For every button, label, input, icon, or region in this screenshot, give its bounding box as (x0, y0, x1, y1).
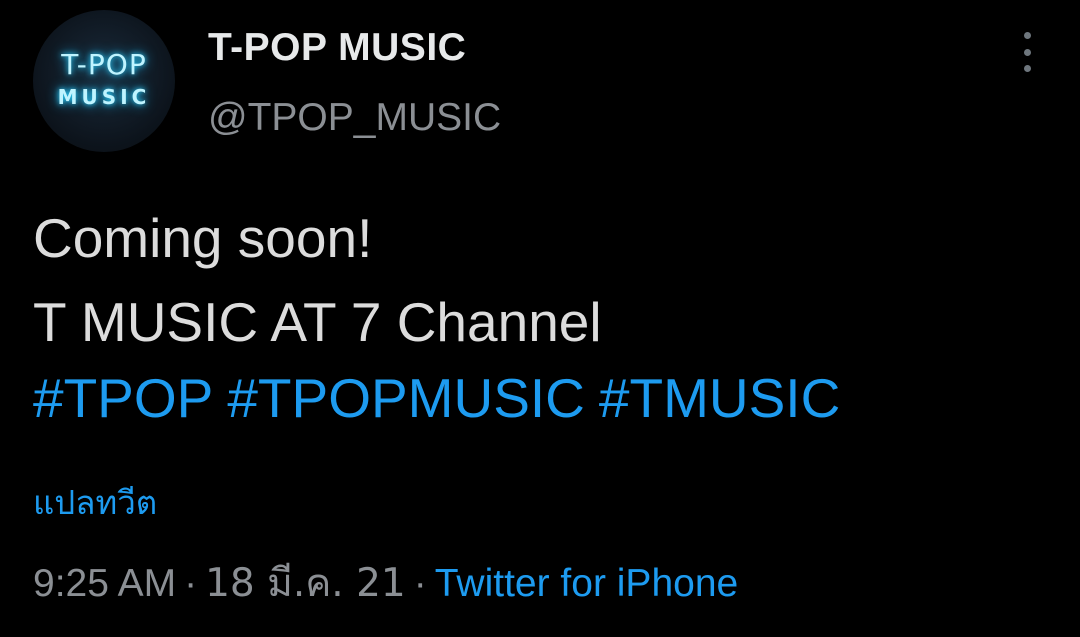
tweet-card: T-POP MUSIC T-POP MUSIC @TPOP_MUSIC Comi… (0, 0, 1080, 637)
tweet-line-2: T MUSIC AT 7 Channel (33, 291, 602, 353)
avatar[interactable]: T-POP MUSIC (33, 10, 175, 152)
user-handle[interactable]: @TPOP_MUSIC (208, 96, 501, 140)
separator: · (413, 562, 427, 605)
tweet-date[interactable]: 18 มี.ค. 21 (205, 561, 406, 606)
hashtag-list: #TPOP #TPOPMUSIC #TMUSIC (33, 356, 854, 440)
dot (1023, 48, 1031, 56)
display-name[interactable]: T-POP MUSIC (208, 26, 466, 70)
dot (1023, 32, 1031, 39)
hashtag-link[interactable]: #TPOPMUSIC (227, 367, 585, 429)
avatar-logo-text-top: T-POP (61, 48, 147, 81)
tweet-text: Coming soon! T MUSIC AT 7 Channel (33, 196, 602, 364)
more-options-icon[interactable] (1012, 32, 1042, 72)
tweet-time[interactable]: 9:25 AM (33, 562, 176, 605)
tweet-metadata: 9:25 AM · 18 มี.ค. 21 · Twitter for iPhone (33, 552, 738, 614)
separator: · (184, 562, 198, 605)
tweet-line-1: Coming soon! (33, 207, 373, 269)
hashtag-link[interactable]: #TPOP (33, 367, 213, 429)
tweet-source-link[interactable]: Twitter for iPhone (435, 562, 738, 605)
translate-tweet-link[interactable]: แปลทวีต (33, 476, 157, 529)
hashtag-link[interactable]: #TMUSIC (599, 367, 840, 429)
avatar-logo-text-bottom: MUSIC (57, 85, 151, 109)
dot (1023, 65, 1031, 72)
